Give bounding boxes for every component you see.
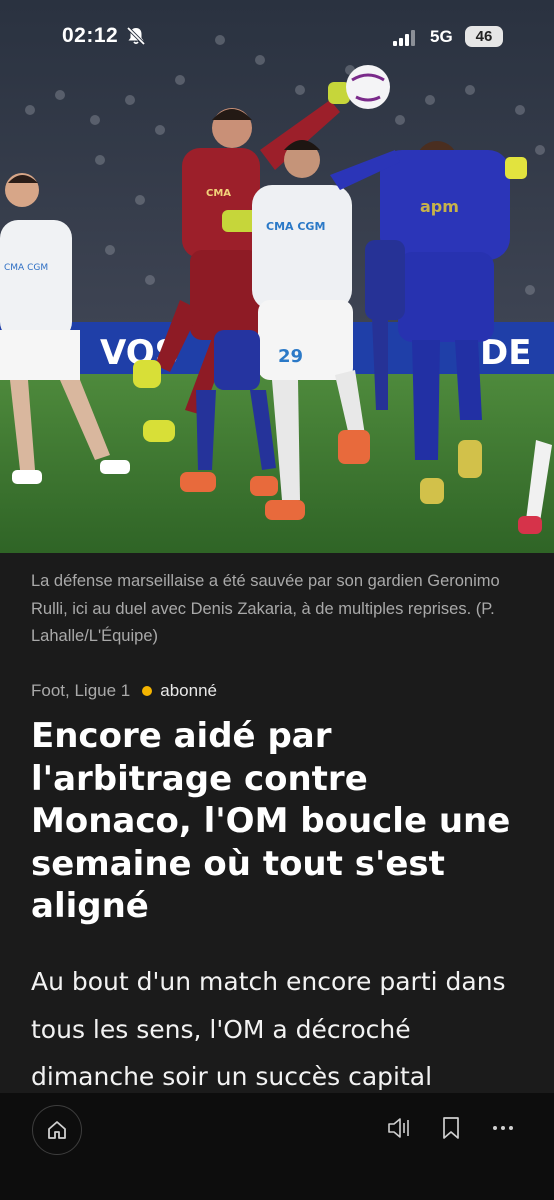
monaco-jersey-sponsor: apm <box>420 197 459 216</box>
bookmark-icon[interactable] <box>438 1115 464 1141</box>
subscriber-badge: abonné <box>160 681 217 700</box>
article-meta: Foot, Ligue 1 abonné <box>31 681 217 701</box>
football-match-photo: VOS DE CMA CGM CMA CMA CGM 29 apm <box>0 0 554 553</box>
mute-bell-icon <box>126 26 146 46</box>
player-number: 29 <box>278 346 303 367</box>
keeper-jersey-sponsor: CMA <box>206 188 231 199</box>
cell-signal-icon <box>393 30 415 46</box>
network-type: 5G <box>430 27 453 46</box>
subscriber-dot-icon <box>142 686 153 696</box>
home-icon <box>48 1121 66 1139</box>
more-options-icon[interactable] <box>490 1115 516 1141</box>
article-headline: Encore aidé par l'arbitrage contre Monac… <box>31 716 511 926</box>
status-time: 02:12 <box>62 24 119 47</box>
om-jersey-sponsor: CMA CGM <box>4 263 48 273</box>
bottom-toolbar <box>0 1093 554 1200</box>
om-center-jersey-sponsor: CMA CGM <box>266 220 325 233</box>
article-photo[interactable]: VOS DE CMA CGM CMA CMA CGM 29 apm <box>0 0 554 553</box>
home-button[interactable] <box>32 1105 82 1155</box>
photo-caption: La défense marseillaise a été sauvée par… <box>31 572 500 645</box>
article-lede: Au bout d'un match encore parti dans tou… <box>31 967 506 1091</box>
status-bar: 02:12 5G 46 <box>0 0 554 76</box>
article-section[interactable]: Foot, Ligue 1 <box>31 681 130 701</box>
battery-indicator: 46 <box>465 26 503 47</box>
listen-audio-icon[interactable] <box>386 1115 412 1141</box>
